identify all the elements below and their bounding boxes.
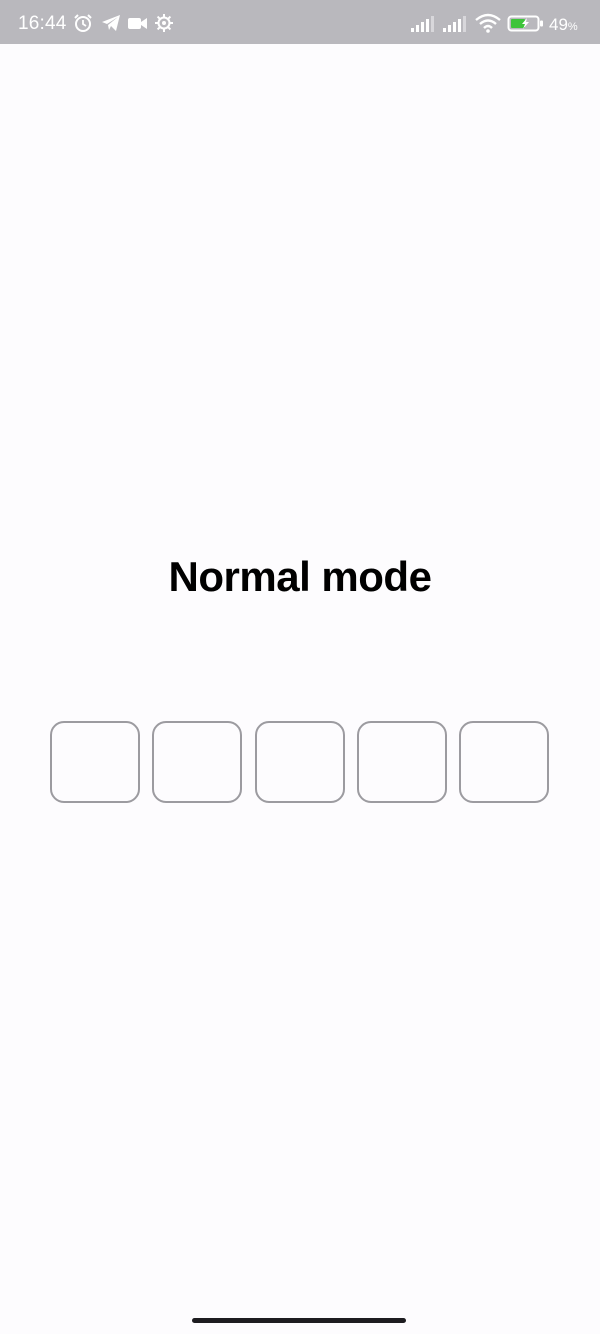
wifi-icon <box>475 13 501 33</box>
battery-charging-icon <box>507 15 543 32</box>
status-time: 16:44 <box>18 13 67 34</box>
otp-box-3[interactable] <box>255 721 345 803</box>
telegram-icon <box>102 15 120 31</box>
signal-icon <box>443 16 466 32</box>
status-bar: 16:44 49% <box>0 0 600 44</box>
battery-value: 49 <box>549 15 568 34</box>
signal-icon <box>411 16 434 32</box>
home-indicator[interactable] <box>192 1318 406 1323</box>
battery-percentage: 49% <box>549 15 578 35</box>
otp-box-5[interactable] <box>459 721 549 803</box>
settings-gear-icon <box>155 14 173 32</box>
otp-box-4[interactable] <box>357 721 447 803</box>
otp-box-2[interactable] <box>152 721 242 803</box>
video-camera-icon <box>128 18 147 29</box>
page-title: Normal mode <box>168 553 432 600</box>
battery-unit: % <box>567 21 578 33</box>
otp-box-1[interactable] <box>50 721 140 803</box>
alarm-icon <box>74 14 92 32</box>
